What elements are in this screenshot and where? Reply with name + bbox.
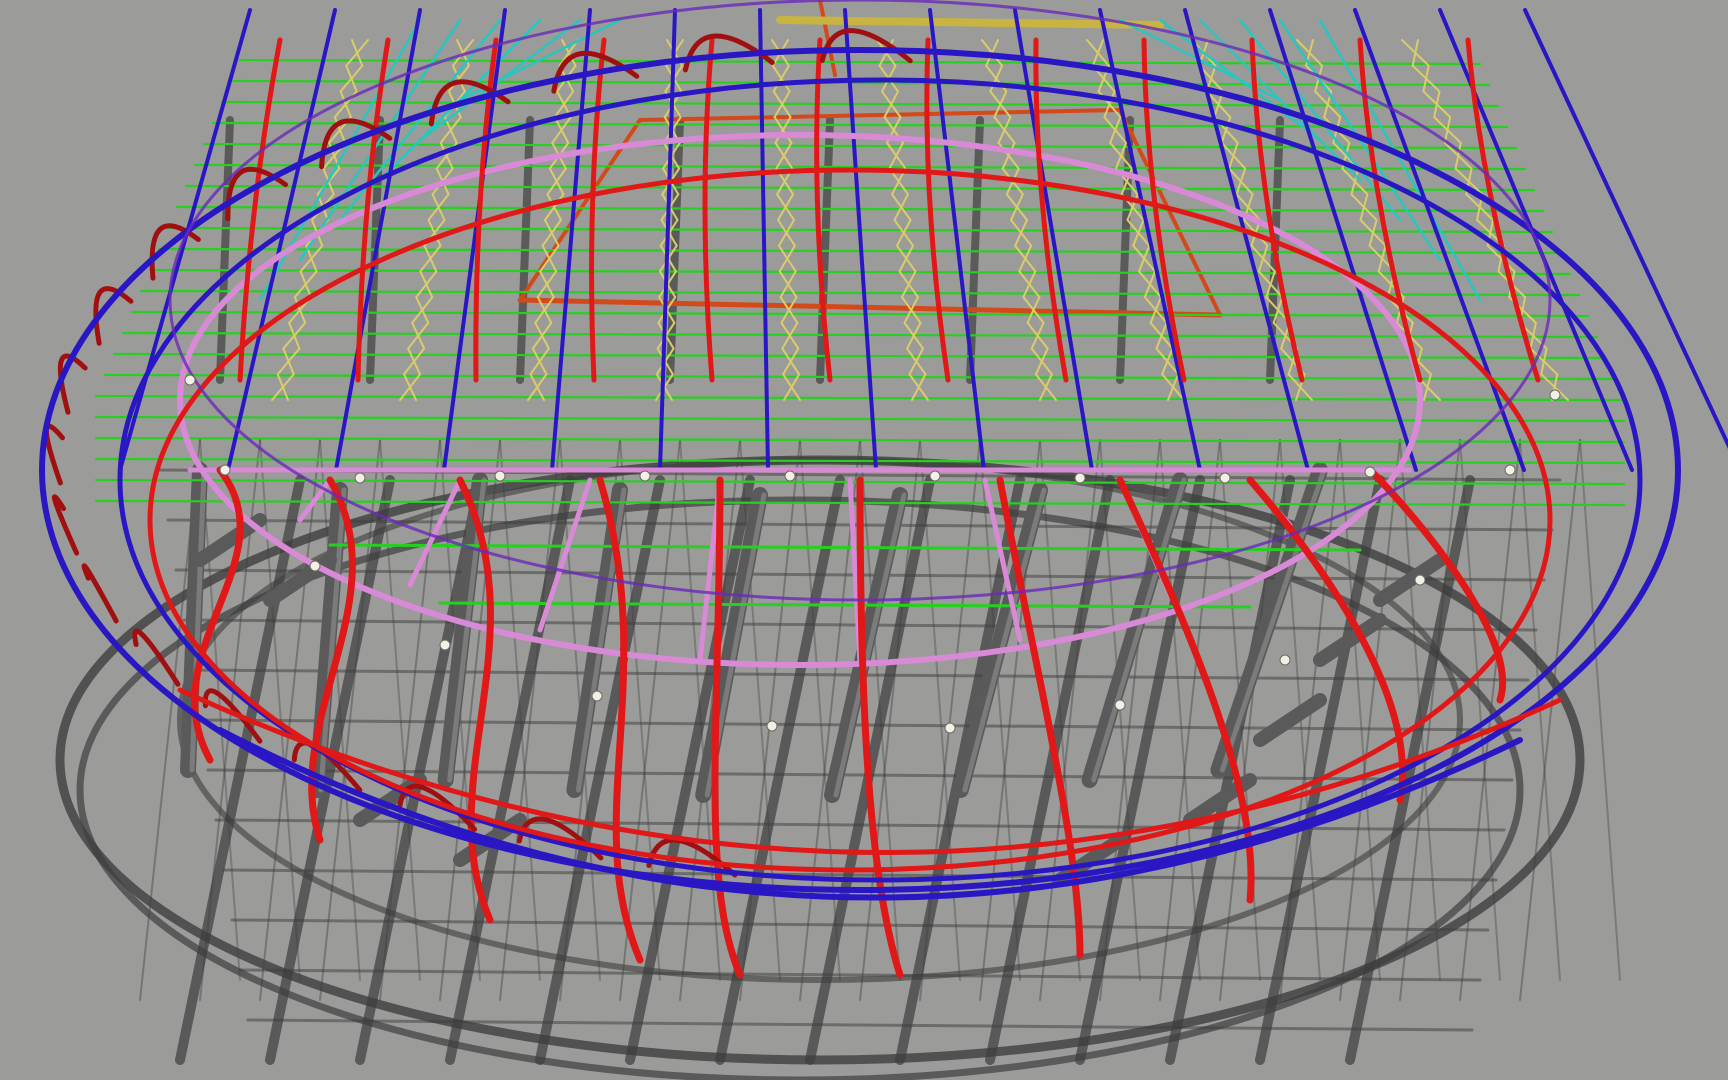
joint-node [1074, 472, 1086, 484]
joint-node [309, 560, 321, 572]
joint-node [1364, 466, 1376, 478]
steel-frame-render [0, 0, 1728, 1080]
joint-node [1279, 654, 1291, 666]
joint-node [944, 722, 956, 734]
joint-node [219, 464, 231, 476]
joint-node [784, 470, 796, 482]
joint-node [1549, 389, 1561, 401]
joint-node [591, 690, 603, 702]
joint-node [439, 639, 451, 651]
joint-node [184, 374, 196, 386]
joint-node [766, 720, 778, 732]
joint-node [929, 470, 941, 482]
joint-node [1219, 472, 1231, 484]
joint-node [494, 470, 506, 482]
joint-node [1504, 464, 1516, 476]
joint-node [354, 472, 366, 484]
joint-node [639, 470, 651, 482]
joint-node [1114, 699, 1126, 711]
render-viewport [0, 0, 1728, 1080]
joint-node [1414, 574, 1426, 586]
